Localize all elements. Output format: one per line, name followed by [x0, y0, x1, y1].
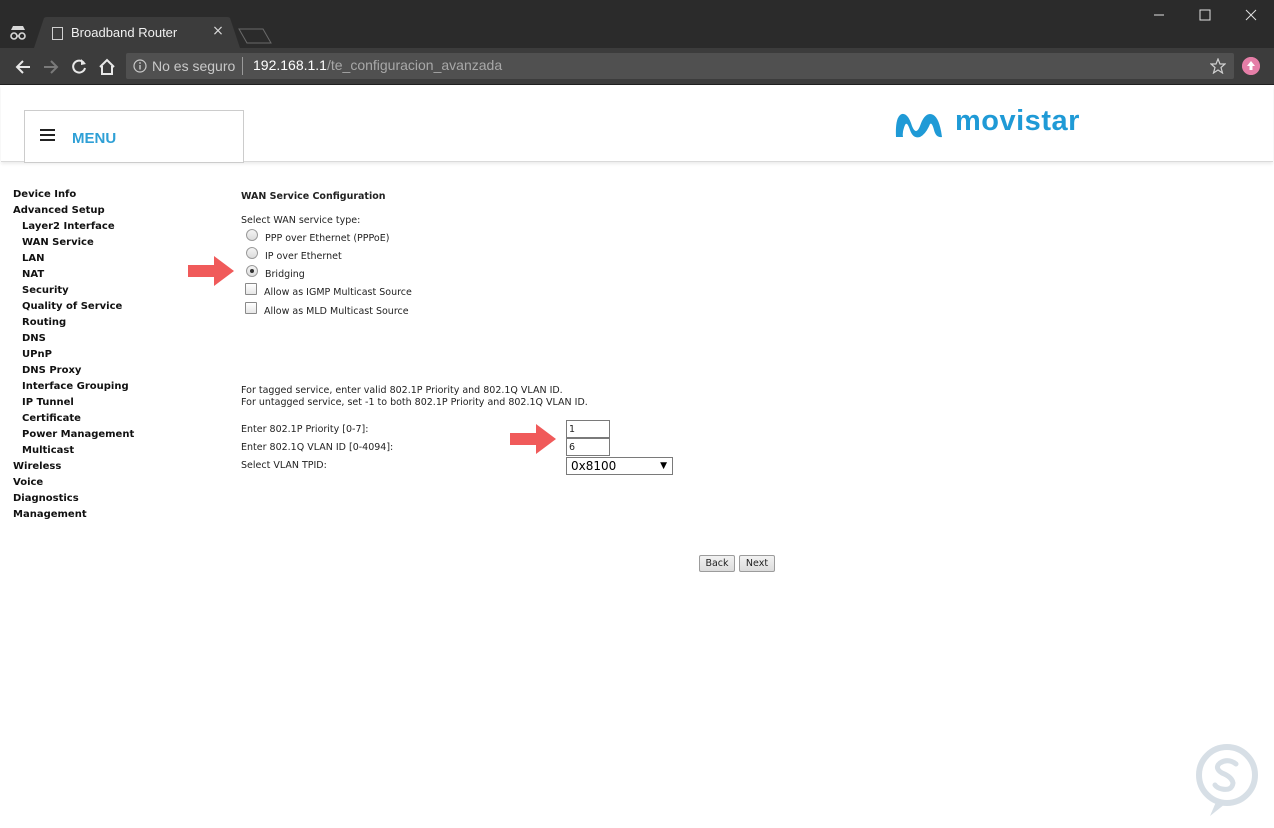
untagged-service-note: For untagged service, set -1 to both 802…	[241, 397, 588, 408]
sidebar-item-interface-grouping[interactable]: Interface Grouping	[13, 380, 134, 396]
sidebar-item-quality-of-service[interactable]: Quality of Service	[13, 300, 134, 316]
igmp-multicast-checkbox[interactable]	[245, 283, 257, 295]
sidebar-item-voice[interactable]: Voice	[13, 476, 134, 492]
sidebar-item-wan-service[interactable]: WAN Service	[13, 236, 134, 252]
watermark-logo-icon	[1196, 744, 1258, 816]
sidebar-item-device-info[interactable]: Device Info	[13, 188, 134, 204]
window-minimize-icon[interactable]	[1136, 0, 1182, 30]
sidebar-item-routing[interactable]: Routing	[13, 316, 134, 332]
sidebar-item-diagnostics[interactable]: Diagnostics	[13, 492, 134, 508]
back-button[interactable]: Back	[699, 555, 735, 572]
sidebar-item-upnp[interactable]: UPnP	[13, 348, 134, 364]
sidebar-item-dns[interactable]: DNS	[13, 332, 134, 348]
forward-arrow-icon[interactable]	[41, 57, 61, 77]
hamburger-icon[interactable]	[40, 129, 55, 141]
new-tab-button[interactable]	[238, 28, 272, 44]
pppoe-label: PPP over Ethernet (PPPoE)	[265, 233, 390, 244]
sidebar-item-nat[interactable]: NAT	[13, 268, 134, 284]
movistar-logo-icon	[895, 113, 942, 138]
back-arrow-icon[interactable]	[13, 57, 33, 77]
brand-logo-text: movistar	[955, 105, 1080, 137]
bookmark-star-icon[interactable]	[1210, 58, 1226, 74]
sidebar-item-multicast[interactable]: Multicast	[13, 444, 134, 460]
vlan-tpid-label: Select VLAN TPID:	[241, 460, 327, 471]
url-host: 192.168.1.1	[253, 57, 327, 73]
tagged-service-note: For tagged service, enter valid 802.1P P…	[241, 385, 563, 396]
sidebar-item-lan[interactable]: LAN	[13, 252, 134, 268]
priority-input[interactable]: 1	[566, 420, 610, 438]
sidebar-item-security[interactable]: Security	[13, 284, 134, 300]
incognito-icon	[10, 26, 26, 40]
sidebar-item-layer2-interface[interactable]: Layer2 Interface	[13, 220, 134, 236]
sidebar-item-ip-tunnel[interactable]: IP Tunnel	[13, 396, 134, 412]
window-close-icon[interactable]	[1228, 0, 1274, 30]
menu-button[interactable]	[24, 110, 244, 163]
menu-label[interactable]: MENU	[72, 130, 116, 147]
home-icon[interactable]	[97, 57, 117, 77]
address-separator	[242, 57, 243, 75]
pppoe-radio[interactable]	[246, 229, 258, 241]
dropdown-arrow-icon: ▼	[660, 461, 667, 471]
bridging-label: Bridging	[265, 269, 305, 280]
mld-multicast-label: Allow as MLD Multicast Source	[264, 306, 409, 317]
sidebar-item-certificate[interactable]: Certificate	[13, 412, 134, 428]
info-icon[interactable]	[133, 59, 147, 73]
page-title: WAN Service Configuration	[241, 191, 386, 202]
reload-icon[interactable]	[69, 57, 89, 77]
tab-close-icon[interactable]: ×	[210, 23, 226, 39]
service-type-label: Select WAN service type:	[241, 215, 361, 226]
annotation-arrow-icon	[510, 424, 556, 454]
mld-multicast-checkbox[interactable]	[245, 302, 257, 314]
igmp-multicast-label: Allow as IGMP Multicast Source	[264, 287, 412, 298]
sidebar-item-wireless[interactable]: Wireless	[13, 460, 134, 476]
page-favicon-icon	[52, 27, 63, 40]
next-button[interactable]: Next	[739, 555, 775, 572]
vlan-id-label: Enter 802.1Q VLAN ID [0-4094]:	[241, 442, 394, 453]
window-maximize-icon[interactable]	[1182, 0, 1228, 30]
ipoe-label: IP over Ethernet	[265, 251, 342, 262]
sidebar-item-dns-proxy[interactable]: DNS Proxy	[13, 364, 134, 380]
extension-icon[interactable]	[1242, 57, 1260, 75]
priority-label: Enter 802.1P Priority [0-7]:	[241, 424, 369, 435]
sidebar-item-power-management[interactable]: Power Management	[13, 428, 134, 444]
sidebar-nav: Device Info Advanced Setup Layer2 Interf…	[13, 188, 134, 524]
sidebar-item-advanced-setup[interactable]: Advanced Setup	[13, 204, 134, 220]
vlan-tpid-select[interactable]: 0x8100 ▼	[566, 457, 673, 475]
sidebar-item-management[interactable]: Management	[13, 508, 134, 524]
tab-title: Broadband Router	[71, 25, 178, 40]
annotation-arrow-icon	[188, 256, 234, 286]
url-path: /te_configuracion_avanzada	[326, 57, 503, 73]
vlan-id-input[interactable]: 6	[566, 438, 610, 456]
security-status-label: No es seguro	[152, 58, 236, 74]
url-text[interactable]: 192.168.1.1/te_configuracion_avanzada	[253, 57, 502, 73]
bridging-radio[interactable]	[246, 265, 258, 277]
vlan-tpid-value: 0x8100	[571, 459, 617, 473]
ipoe-radio[interactable]	[246, 247, 258, 259]
